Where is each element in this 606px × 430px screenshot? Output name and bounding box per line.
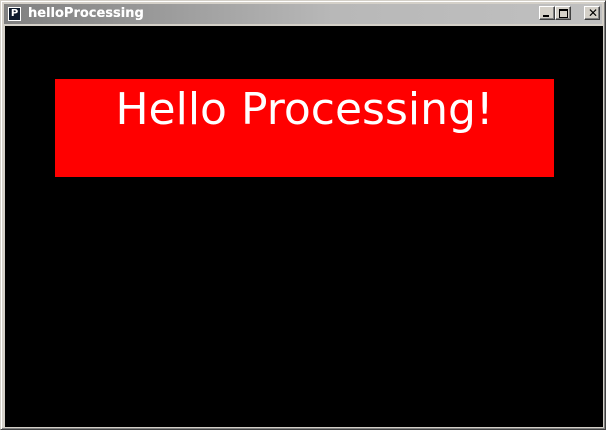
processing-app-icon[interactable]: P [8,7,21,21]
window-title: helloProcessing [28,6,144,21]
sketch-canvas[interactable]: Hello Processing! [5,26,603,427]
maximize-button[interactable] [555,6,571,20]
title-bar[interactable]: P helloProcessing ✕ [4,4,602,24]
banner-text: Hello Processing! [115,84,494,135]
app-window: P helloProcessing ✕ Hello Processing! [0,0,606,430]
close-button[interactable]: ✕ [584,6,600,20]
maximize-icon [559,9,568,18]
close-icon: ✕ [588,6,599,20]
hello-banner: Hello Processing! [55,79,554,177]
minimize-icon [543,15,549,17]
minimize-button[interactable] [539,6,555,20]
